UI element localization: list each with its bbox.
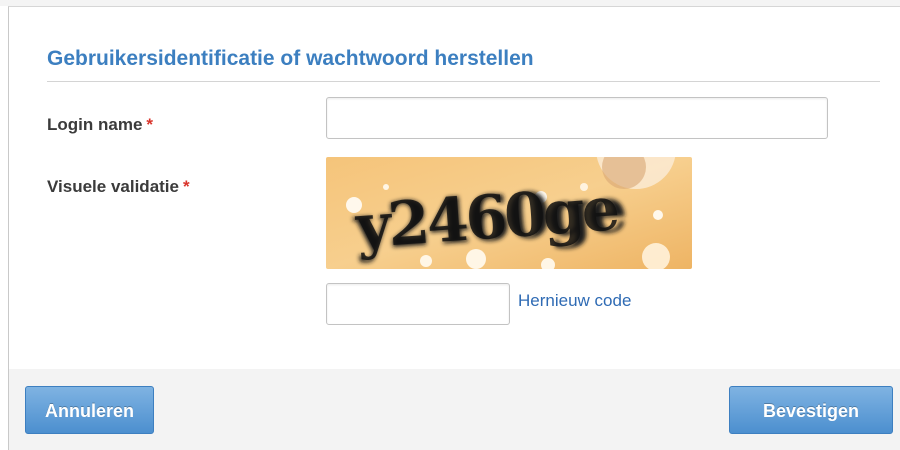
confirm-button[interactable]: Bevestigen bbox=[729, 386, 893, 434]
dialog-title: Gebruikersidentificatie of wachtwoord he… bbox=[47, 47, 534, 70]
refresh-captcha-link[interactable]: Hernieuw code bbox=[518, 291, 631, 311]
required-marker: * bbox=[182, 177, 190, 196]
captcha-label-text: Visuele validatie bbox=[47, 177, 179, 196]
login-name-label-text: Login name bbox=[47, 115, 143, 134]
captcha-image: y2460ge y2460ge bbox=[326, 157, 692, 269]
page: Gebruikersidentificatie of wachtwoord he… bbox=[0, 0, 900, 450]
login-name-input[interactable] bbox=[326, 97, 828, 139]
captcha-label: Visuele validatie * bbox=[47, 177, 190, 197]
login-name-label: Login name * bbox=[47, 115, 153, 135]
title-divider bbox=[47, 81, 880, 82]
recover-credentials-dialog: Gebruikersidentificatie of wachtwoord he… bbox=[8, 6, 900, 450]
dialog-footer: Annuleren Bevestigen bbox=[9, 369, 900, 450]
required-marker: * bbox=[146, 115, 154, 134]
captcha-input[interactable] bbox=[326, 283, 510, 325]
cancel-button[interactable]: Annuleren bbox=[25, 386, 154, 434]
